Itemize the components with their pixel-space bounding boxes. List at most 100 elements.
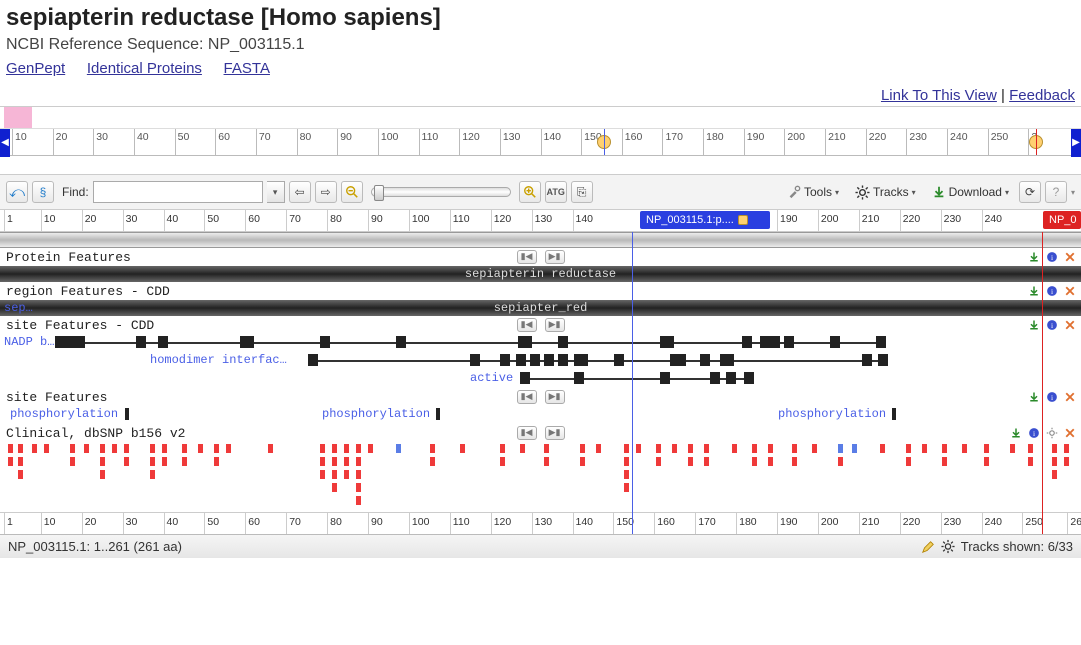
snp-marker[interactable] (792, 457, 797, 466)
refresh-button[interactable]: ⟳ (1019, 181, 1041, 203)
snp-marker[interactable] (1052, 444, 1057, 453)
zoom-slider[interactable] (371, 187, 511, 197)
sequence-badge-red[interactable]: NP_0 (1043, 211, 1081, 229)
snp-marker[interactable] (430, 444, 435, 453)
download-menu[interactable]: Download▾ (926, 181, 1015, 203)
snp-marker[interactable] (112, 444, 117, 453)
snp-marker[interactable] (460, 444, 465, 453)
snp-marker[interactable] (124, 457, 129, 466)
fasta-link[interactable]: FASTA (224, 60, 270, 77)
snp-marker[interactable] (124, 444, 129, 453)
snp-marker[interactable] (430, 457, 435, 466)
snp-marker[interactable] (344, 457, 349, 466)
snp-marker[interactable] (922, 444, 927, 453)
snp-marker[interactable] (688, 457, 693, 466)
snp-marker[interactable] (704, 457, 709, 466)
track-gear-icon[interactable] (1045, 426, 1059, 440)
history-button[interactable]: § (32, 181, 54, 203)
snp-marker[interactable] (32, 444, 37, 453)
snp-marker[interactable] (100, 444, 105, 453)
snp-marker[interactable] (150, 470, 155, 479)
snp-marker[interactable] (732, 444, 737, 453)
track-info-icon[interactable]: i (1045, 390, 1059, 404)
snp-marker[interactable] (768, 457, 773, 466)
zoom-out-button[interactable] (341, 181, 363, 203)
bottom-ruler[interactable]: 1102030405060708090100110120130140150160… (0, 512, 1081, 534)
snp-marker[interactable] (704, 444, 709, 453)
track-download-icon[interactable] (1027, 318, 1041, 332)
snp-marker[interactable] (544, 457, 549, 466)
find-dropdown[interactable]: ▾ (267, 181, 285, 203)
snp-marker[interactable] (198, 444, 203, 453)
atg-button[interactable]: ATG (545, 181, 567, 203)
snp-marker[interactable] (332, 470, 337, 479)
main-ruler[interactable]: 1102030405060708090100110120130140 NP_00… (0, 210, 1081, 232)
snp-marker[interactable] (520, 444, 525, 453)
snp-marker[interactable] (656, 444, 661, 453)
link-to-this-view[interactable]: Link To This View (881, 87, 997, 104)
snp-marker[interactable] (332, 444, 337, 453)
snp-marker[interactable] (162, 457, 167, 466)
track-info-icon[interactable]: i (1045, 284, 1059, 298)
feedback-link[interactable]: Feedback (1009, 87, 1075, 104)
snp-marker[interactable] (368, 444, 373, 453)
sequence-button[interactable]: ⎘ (571, 181, 593, 203)
snp-marker[interactable] (672, 444, 677, 453)
region-cdd-bar[interactable]: sep… sepiapter_red (0, 300, 1081, 316)
snp-marker[interactable] (1052, 470, 1057, 479)
track-next[interactable]: ▶▮ (545, 250, 565, 264)
snp-marker[interactable] (356, 444, 361, 453)
snp-marker[interactable] (344, 444, 349, 453)
track-close-icon[interactable] (1063, 426, 1077, 440)
track-info-icon[interactable]: i (1027, 426, 1041, 440)
snp-marker[interactable] (70, 457, 75, 466)
snp-marker[interactable] (984, 444, 989, 453)
snp-marker[interactable] (396, 444, 401, 453)
snp-marker[interactable] (214, 457, 219, 466)
snp-marker[interactable] (752, 457, 757, 466)
identical-proteins-link[interactable]: Identical Proteins (87, 60, 202, 77)
snp-marker[interactable] (182, 457, 187, 466)
snp-marker[interactable] (852, 444, 857, 453)
snp-marker[interactable] (18, 457, 23, 466)
track-close-icon[interactable] (1063, 250, 1077, 264)
snp-marker[interactable] (1052, 457, 1057, 466)
tools-menu[interactable]: Tools▾ (781, 181, 845, 203)
snp-marker[interactable] (500, 457, 505, 466)
snp-marker[interactable] (624, 457, 629, 466)
snp-marker[interactable] (500, 444, 505, 453)
snp-marker[interactable] (880, 444, 885, 453)
snp-marker[interactable] (320, 470, 325, 479)
ruler-scroll-right[interactable]: ▶ (1071, 129, 1081, 157)
snp-marker[interactable] (8, 457, 13, 466)
snp-marker[interactable] (624, 483, 629, 492)
sequence-badge-blue[interactable]: NP_003115.1:p.... (640, 211, 770, 229)
snp-marker[interactable] (100, 470, 105, 479)
track-close-icon[interactable] (1063, 390, 1077, 404)
snp-marker[interactable] (812, 444, 817, 453)
snp-marker[interactable] (8, 444, 13, 453)
find-next-button[interactable]: ⇨ (315, 181, 337, 203)
tracks-menu[interactable]: Tracks▾ (849, 181, 922, 203)
snp-track[interactable] (0, 442, 1081, 512)
snp-marker[interactable] (84, 444, 89, 453)
snp-marker[interactable] (984, 457, 989, 466)
snp-marker[interactable] (320, 457, 325, 466)
snp-marker[interactable] (624, 470, 629, 479)
snp-marker[interactable] (942, 444, 947, 453)
undo-button[interactable]: ⤺ (6, 181, 28, 203)
snp-marker[interactable] (768, 444, 773, 453)
track-download-icon[interactable] (1027, 390, 1041, 404)
snp-marker[interactable] (688, 444, 693, 453)
snp-marker[interactable] (906, 444, 911, 453)
snp-marker[interactable] (162, 444, 167, 453)
snp-marker[interactable] (226, 444, 231, 453)
snp-marker[interactable] (962, 444, 967, 453)
track-info-icon[interactable]: i (1045, 318, 1059, 332)
protein-feature-bar[interactable]: sepiapterin reductase (0, 266, 1081, 282)
snp-marker[interactable] (150, 457, 155, 466)
track-next[interactable]: ▶▮ (545, 390, 565, 404)
track-prev[interactable]: ▮◀ (517, 250, 537, 264)
genpept-link[interactable]: GenPept (6, 60, 65, 77)
homodimer-row[interactable]: homodimer interfac… (0, 352, 1081, 370)
